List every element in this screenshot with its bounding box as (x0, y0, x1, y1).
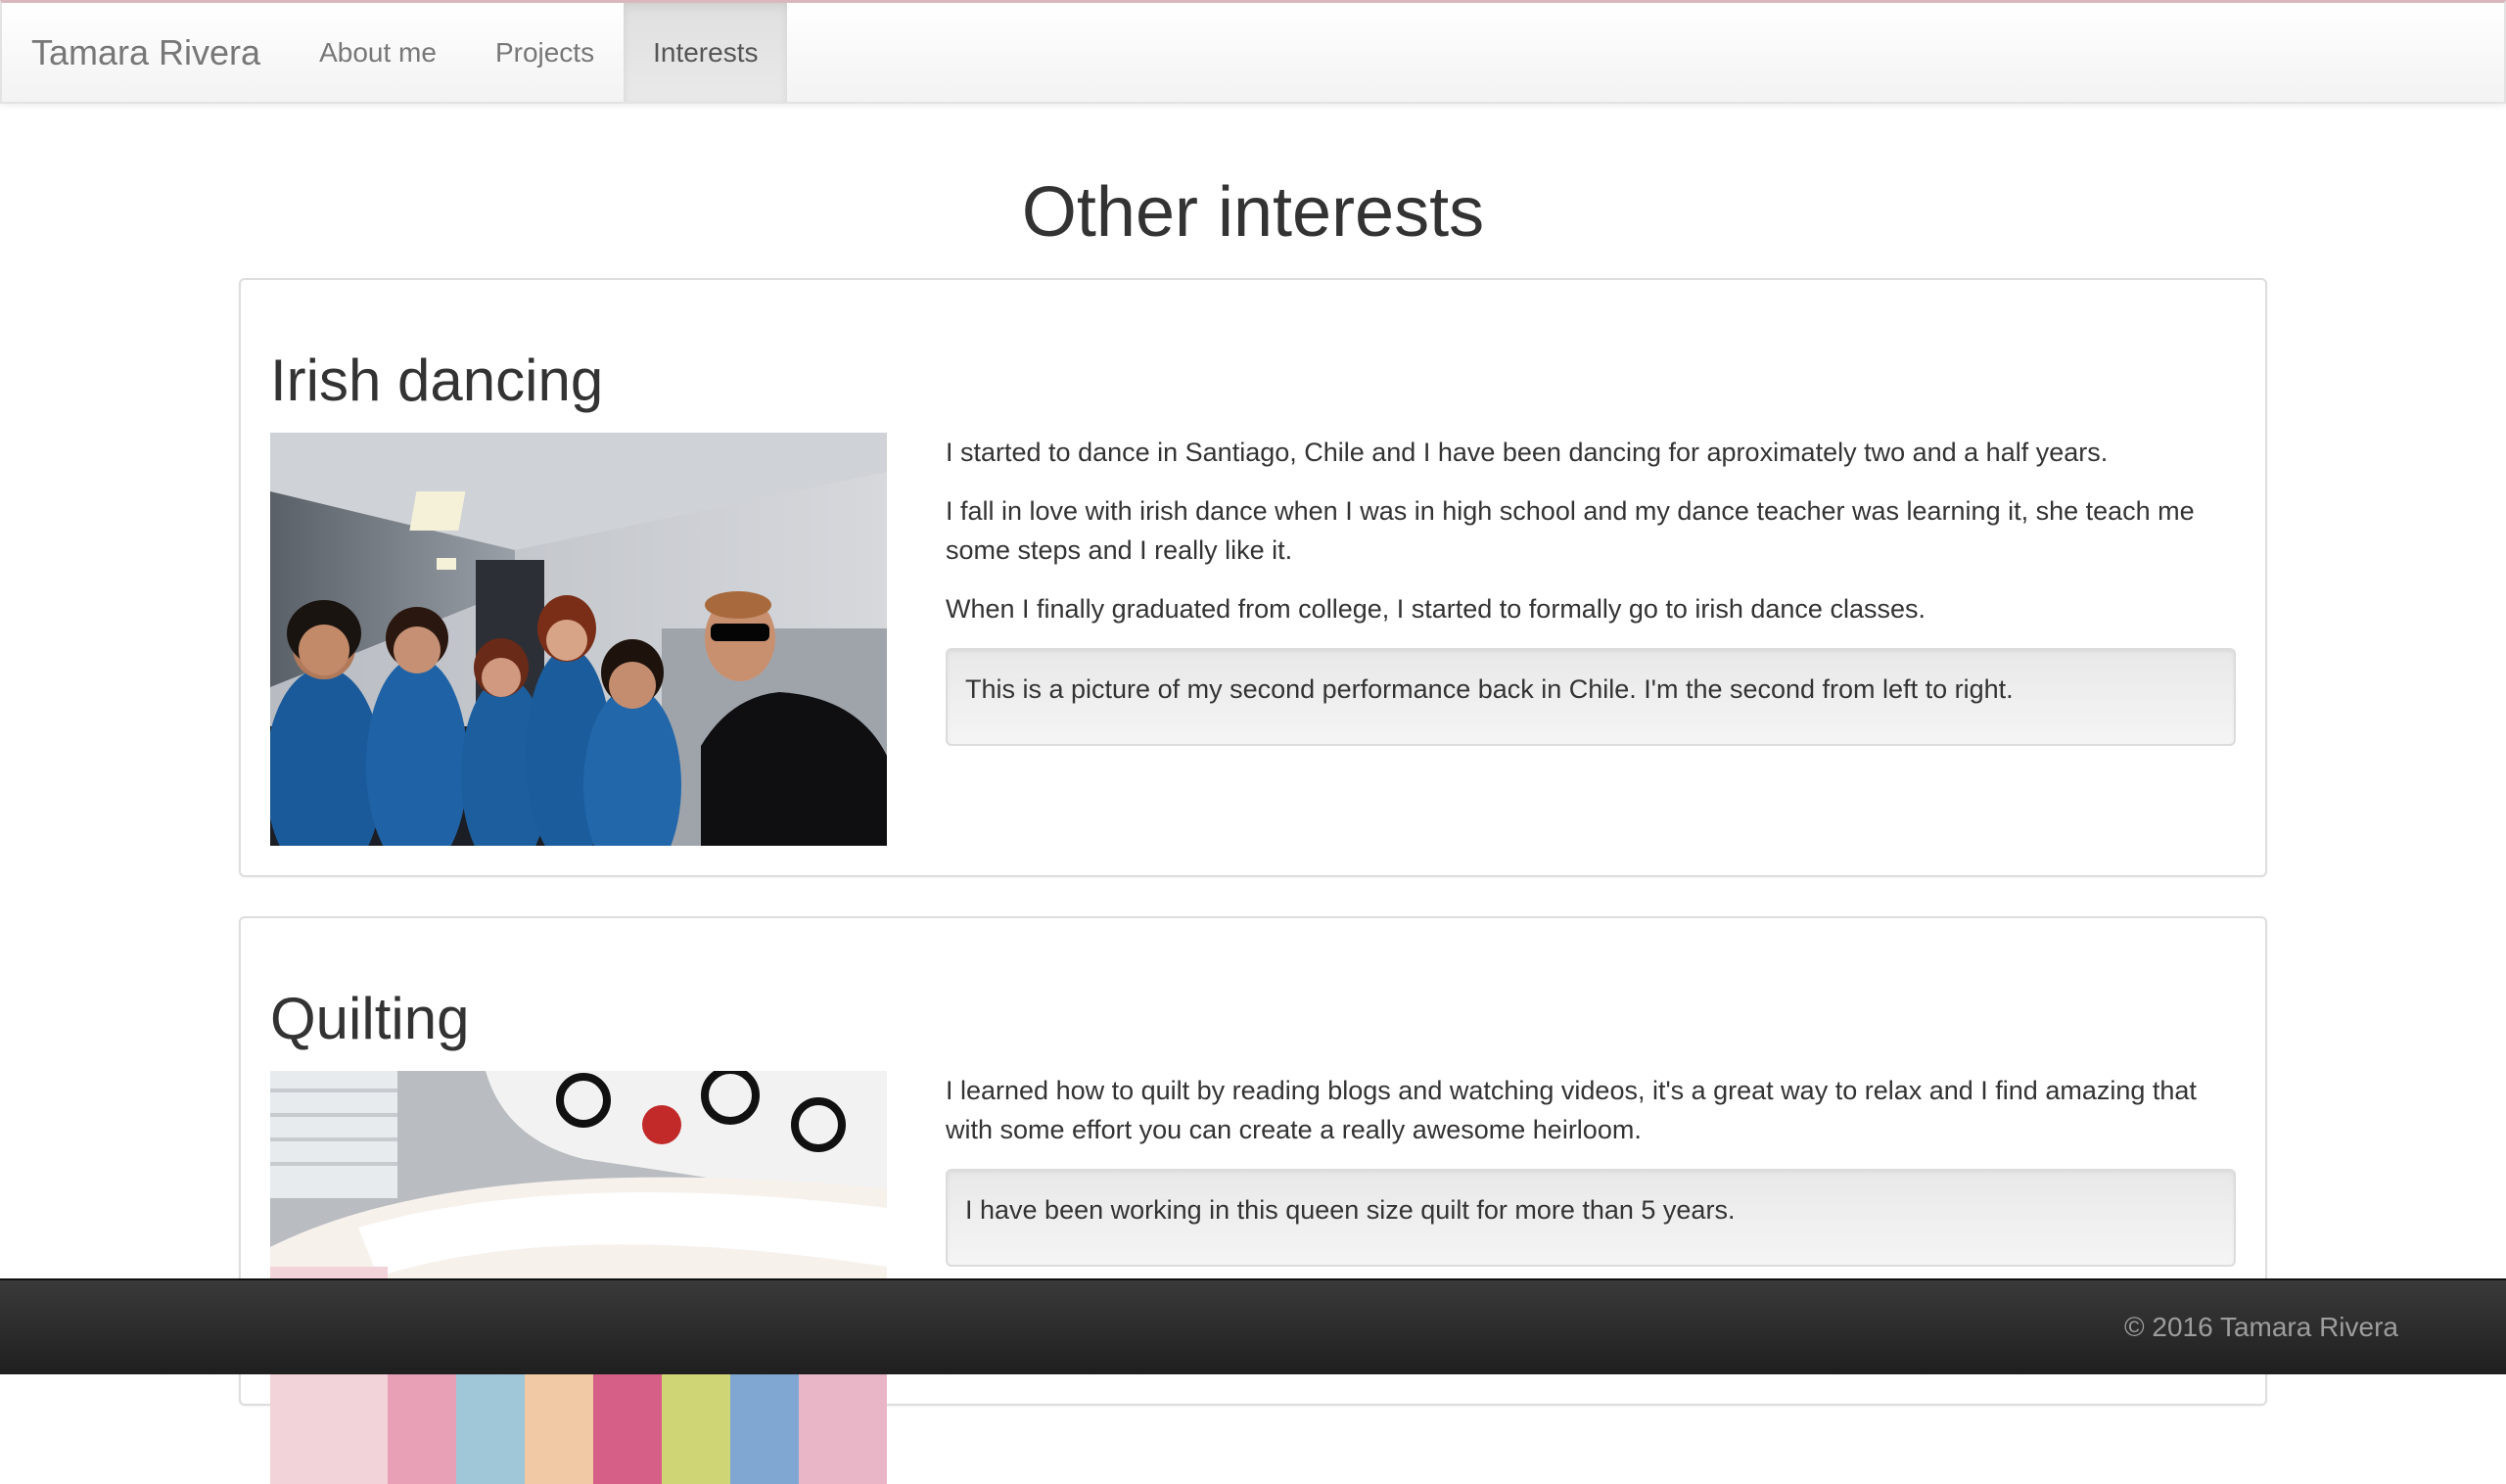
quilt-photo-image (270, 1071, 887, 1484)
paragraph: I fall in love with irish dance when I w… (946, 496, 2195, 565)
nav-item-projects[interactable]: Projects (466, 3, 624, 102)
navbar: Tamara Rivera About me Projects Interest… (0, 0, 2506, 104)
interest-panel-irish-dancing: Irish dancing I started to dance in Sant… (239, 278, 2267, 877)
section-heading: Irish dancing (270, 348, 604, 413)
paragraph: When I finally graduated from college, I… (946, 594, 1926, 624)
footer: © 2016 Tamara Rivera (0, 1278, 2506, 1374)
section-text: I learned how to quilt by reading blogs … (946, 1071, 2236, 1267)
photo-caption-well: This is a picture of my second performan… (946, 648, 2236, 746)
quilt-photo (270, 1071, 887, 1484)
section-text: I started to dance in Santiago, Chile an… (946, 433, 2236, 746)
page-title: Other interests (1021, 173, 1485, 252)
irish-dance-photo-image (270, 433, 887, 846)
photo-caption-well: I have been working in this queen size q… (946, 1169, 2236, 1267)
paragraph: I learned how to quilt by reading blogs … (946, 1076, 2197, 1144)
brand-link[interactable]: Tamara Rivera (2, 3, 290, 102)
section-heading: Quilting (270, 986, 470, 1051)
paragraph: I started to dance in Santiago, Chile an… (946, 438, 2109, 467)
nav-item-interests[interactable]: Interests (624, 3, 788, 102)
footer-copyright: © 2016 Tamara Rivera (2123, 1312, 2398, 1342)
nav-item-about-me[interactable]: About me (290, 3, 466, 102)
irish-dance-photo (270, 433, 887, 846)
